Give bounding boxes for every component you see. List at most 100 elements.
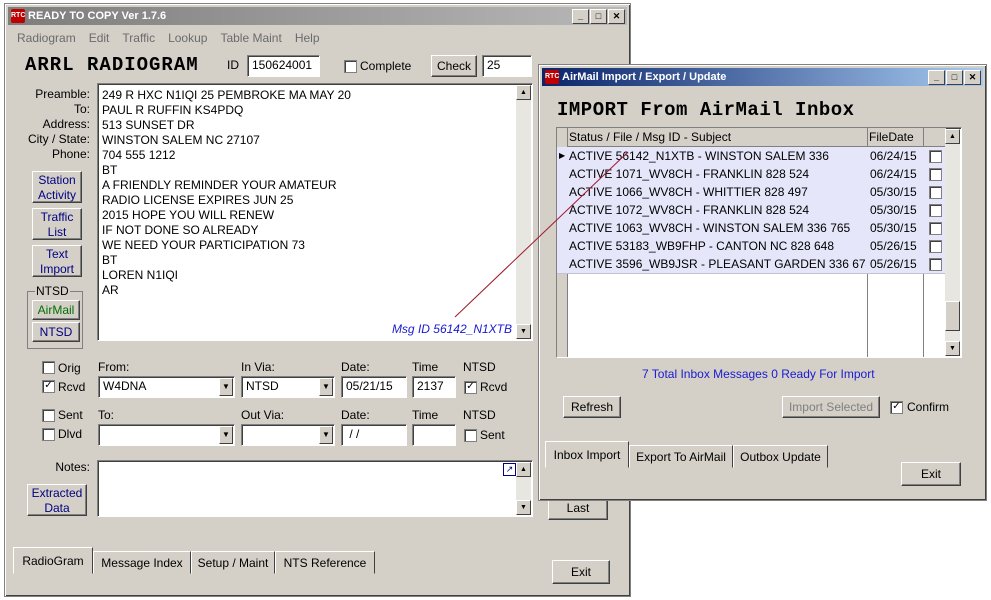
table-row[interactable]: ACTIVE 53183_WB9FHP - CANTON NC 828 648 0… xyxy=(557,237,946,256)
close-icon[interactable]: ✕ xyxy=(608,9,625,24)
tab-outbox-update[interactable]: Outbox Update xyxy=(733,445,828,468)
id-field[interactable]: 150624001 xyxy=(247,55,320,77)
to-label: To: xyxy=(73,102,90,116)
col-header-filedate[interactable]: FileDate xyxy=(869,130,914,144)
airmail-button[interactable]: AirMail xyxy=(32,300,80,320)
col-header-subject[interactable]: Status / File / Msg ID - Subject xyxy=(569,130,731,144)
row-select-checkbox[interactable] xyxy=(929,222,942,235)
row-filedate: 05/26/15 xyxy=(870,239,917,253)
minimize-icon[interactable]: _ xyxy=(572,9,589,24)
from-dropdown[interactable]: W4DNA ▼ xyxy=(98,376,235,398)
message-line: WINSTON SALEM NC 27107 xyxy=(102,133,260,147)
text-import-button[interactable]: Text Import xyxy=(32,245,82,277)
menu-edit[interactable]: Edit xyxy=(89,31,110,45)
ntsd-group-label: NTSD xyxy=(35,284,70,298)
chevron-down-icon[interactable]: ▼ xyxy=(319,378,333,396)
table-row[interactable]: ACTIVE 3596_WB9JSR - PLEASANT GARDEN 336… xyxy=(557,255,946,274)
scroll-up-icon[interactable]: ▲ xyxy=(945,129,960,144)
notes-scrollbar[interactable]: ▲ ▼ xyxy=(516,462,531,515)
menu-radiogram[interactable]: Radiogram xyxy=(17,31,76,45)
menu-lookup[interactable]: Lookup xyxy=(168,31,207,45)
ntsd-in-label: NTSD xyxy=(463,360,496,374)
tab-export-to-airmail[interactable]: Export To AirMail xyxy=(629,445,733,468)
out-date-field[interactable]: / / xyxy=(341,424,407,446)
complete-checkbox[interactable] xyxy=(344,60,357,73)
import-selected-button[interactable]: Import Selected xyxy=(782,396,880,418)
airmail-exit-button[interactable]: Exit xyxy=(901,462,961,486)
in-via-dropdown[interactable]: NTSD ▼ xyxy=(241,376,335,398)
minimize-icon[interactable]: _ xyxy=(928,70,945,85)
check-button[interactable]: Check xyxy=(431,55,477,77)
refresh-button[interactable]: Refresh xyxy=(563,396,621,418)
row-subject: ACTIVE 56142_N1XTB - WINSTON SALEM 336 xyxy=(569,149,829,163)
message-scrollbar[interactable]: ▲ ▼ xyxy=(516,85,531,339)
table-row[interactable]: ▶ ACTIVE 56142_N1XTB - WINSTON SALEM 336 0… xyxy=(557,147,946,166)
ntsd-rcvd-checkbox[interactable]: ✓ xyxy=(464,381,477,394)
expand-icon[interactable]: ↗ xyxy=(503,463,516,476)
airmail-window: RTC AirMail Import / Export / Update _ □ ✕… xyxy=(538,64,987,501)
message-line: RADIO LICENSE EXPIRES JUN 25 xyxy=(102,193,294,207)
rcvd-checkbox[interactable]: ✓ xyxy=(42,380,55,393)
table-row[interactable]: ACTIVE 1071_WV8CH - FRANKLIN 828 524 06/2… xyxy=(557,165,946,184)
menu-table-maint[interactable]: Table Maint xyxy=(220,31,281,45)
chevron-down-icon[interactable]: ▼ xyxy=(219,426,233,444)
ntsd-sent-checkbox[interactable] xyxy=(464,429,477,442)
chevron-down-icon[interactable]: ▼ xyxy=(219,378,233,396)
menu-help[interactable]: Help xyxy=(295,31,320,45)
menu-traffic[interactable]: Traffic xyxy=(122,31,155,45)
out-time-field[interactable] xyxy=(412,424,456,446)
main-exit-button[interactable]: Exit xyxy=(552,560,610,584)
out-date-label: Date: xyxy=(341,408,370,422)
out-via-dropdown[interactable]: ▼ xyxy=(241,424,335,446)
preamble-label: Preamble: xyxy=(35,87,90,101)
message-body-textarea[interactable]: 249 R HXC N1IQI 25 PEMBROKE MA MAY 20 PAU… xyxy=(97,83,533,341)
notes-textarea[interactable]: ↗ ▲ ▼ xyxy=(97,460,533,517)
sent-checkbox[interactable] xyxy=(42,409,55,422)
in-time-field[interactable]: 2137 xyxy=(412,376,456,398)
row-select-checkbox[interactable] xyxy=(929,150,942,163)
table-row[interactable]: ACTIVE 1072_WV8CH - FRANKLIN 828 524 05/3… xyxy=(557,201,946,220)
station-activity-button[interactable]: Station Activity xyxy=(32,171,82,203)
maximize-icon[interactable]: □ xyxy=(590,9,607,24)
scroll-up-icon[interactable]: ▲ xyxy=(516,85,531,100)
grid-scrollbar[interactable]: ▲ ▼ xyxy=(945,129,960,356)
table-row[interactable]: ACTIVE 1066_WV8CH - WHITTIER 828 497 05/3… xyxy=(557,183,946,202)
scroll-down-icon[interactable]: ▼ xyxy=(516,324,531,339)
scroll-thumb[interactable] xyxy=(945,301,960,331)
row-pointer-icon: ▶ xyxy=(559,151,566,160)
tab-nts-reference[interactable]: NTS Reference xyxy=(275,551,375,574)
to-dropdown[interactable]: ▼ xyxy=(98,424,235,446)
scroll-down-icon[interactable]: ▼ xyxy=(945,341,960,356)
message-line: 249 R HXC N1IQI 25 PEMBROKE MA MAY 20 xyxy=(102,88,351,102)
orig-label: Orig xyxy=(58,361,81,375)
extracted-data-button[interactable]: Extracted Data xyxy=(27,484,87,516)
inbox-grid[interactable]: Status / File / Msg ID - Subject FileDat… xyxy=(556,127,962,358)
ntsd-sent-label: Sent xyxy=(480,428,505,442)
check-value-field[interactable]: 25 xyxy=(482,55,532,77)
row-select-checkbox[interactable] xyxy=(929,186,942,199)
row-select-checkbox[interactable] xyxy=(929,204,942,217)
main-titlebar[interactable]: RTC READY TO COPY Ver 1.7.6 _ □ ✕ xyxy=(8,7,627,25)
orig-checkbox[interactable] xyxy=(42,361,55,374)
table-row[interactable]: ACTIVE 1063_WV8CH - WINSTON SALEM 336 76… xyxy=(557,219,946,238)
scroll-up-icon[interactable]: ▲ xyxy=(516,462,531,477)
maximize-icon[interactable]: □ xyxy=(946,70,963,85)
confirm-checkbox[interactable]: ✓ xyxy=(890,401,903,414)
close-icon[interactable]: ✕ xyxy=(964,70,981,85)
ntsd-button[interactable]: NTSD xyxy=(32,322,80,342)
airmail-titlebar[interactable]: RTC AirMail Import / Export / Update _ □ ✕ xyxy=(542,68,983,86)
row-select-checkbox[interactable] xyxy=(929,258,942,271)
in-date-field[interactable]: 05/21/15 xyxy=(341,376,407,398)
tab-radiogram[interactable]: RadioGram xyxy=(13,547,93,574)
tab-inbox-import[interactable]: Inbox Import xyxy=(545,441,629,468)
row-select-checkbox[interactable] xyxy=(929,168,942,181)
traffic-list-button[interactable]: Traffic List xyxy=(32,208,82,240)
row-select-checkbox[interactable] xyxy=(929,240,942,253)
tab-setup-maint[interactable]: Setup / Maint xyxy=(191,551,275,574)
dlvd-checkbox[interactable] xyxy=(42,428,55,441)
scroll-down-icon[interactable]: ▼ xyxy=(516,500,531,515)
message-line: AR xyxy=(102,283,119,297)
in-date-label: Date: xyxy=(341,360,370,374)
tab-message-index[interactable]: Message Index xyxy=(93,551,191,574)
chevron-down-icon[interactable]: ▼ xyxy=(319,426,333,444)
